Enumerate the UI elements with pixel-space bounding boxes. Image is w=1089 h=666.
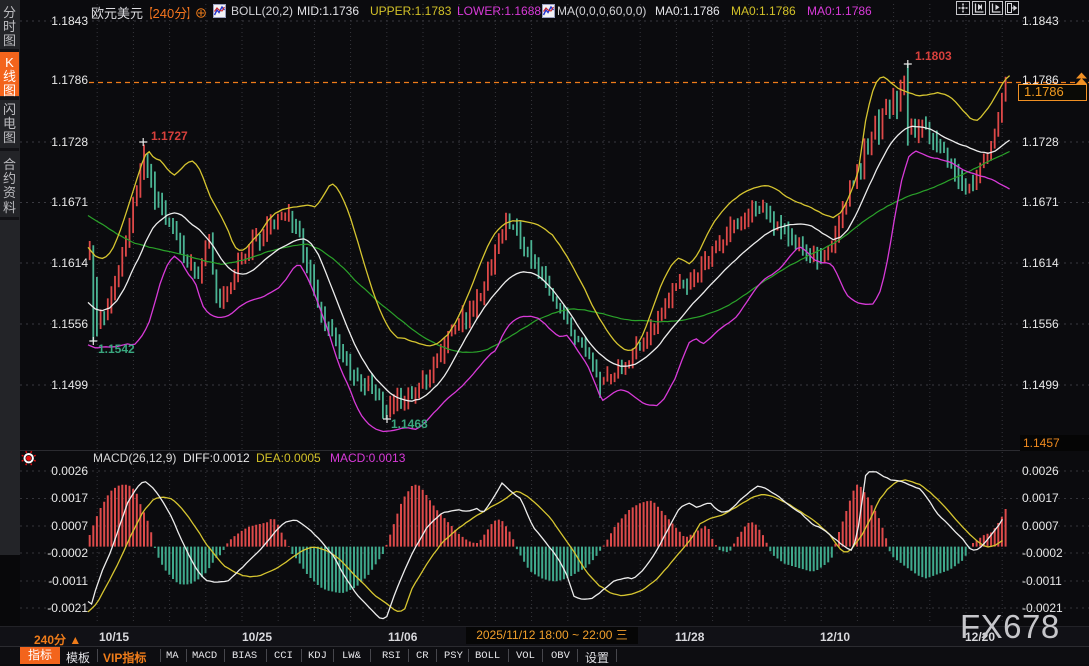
svg-text:1.1468: 1.1468 [391,417,428,431]
svg-text:1.1542: 1.1542 [98,342,135,356]
svg-text:1.1803: 1.1803 [915,49,952,63]
svg-text:1.1727: 1.1727 [151,129,188,143]
